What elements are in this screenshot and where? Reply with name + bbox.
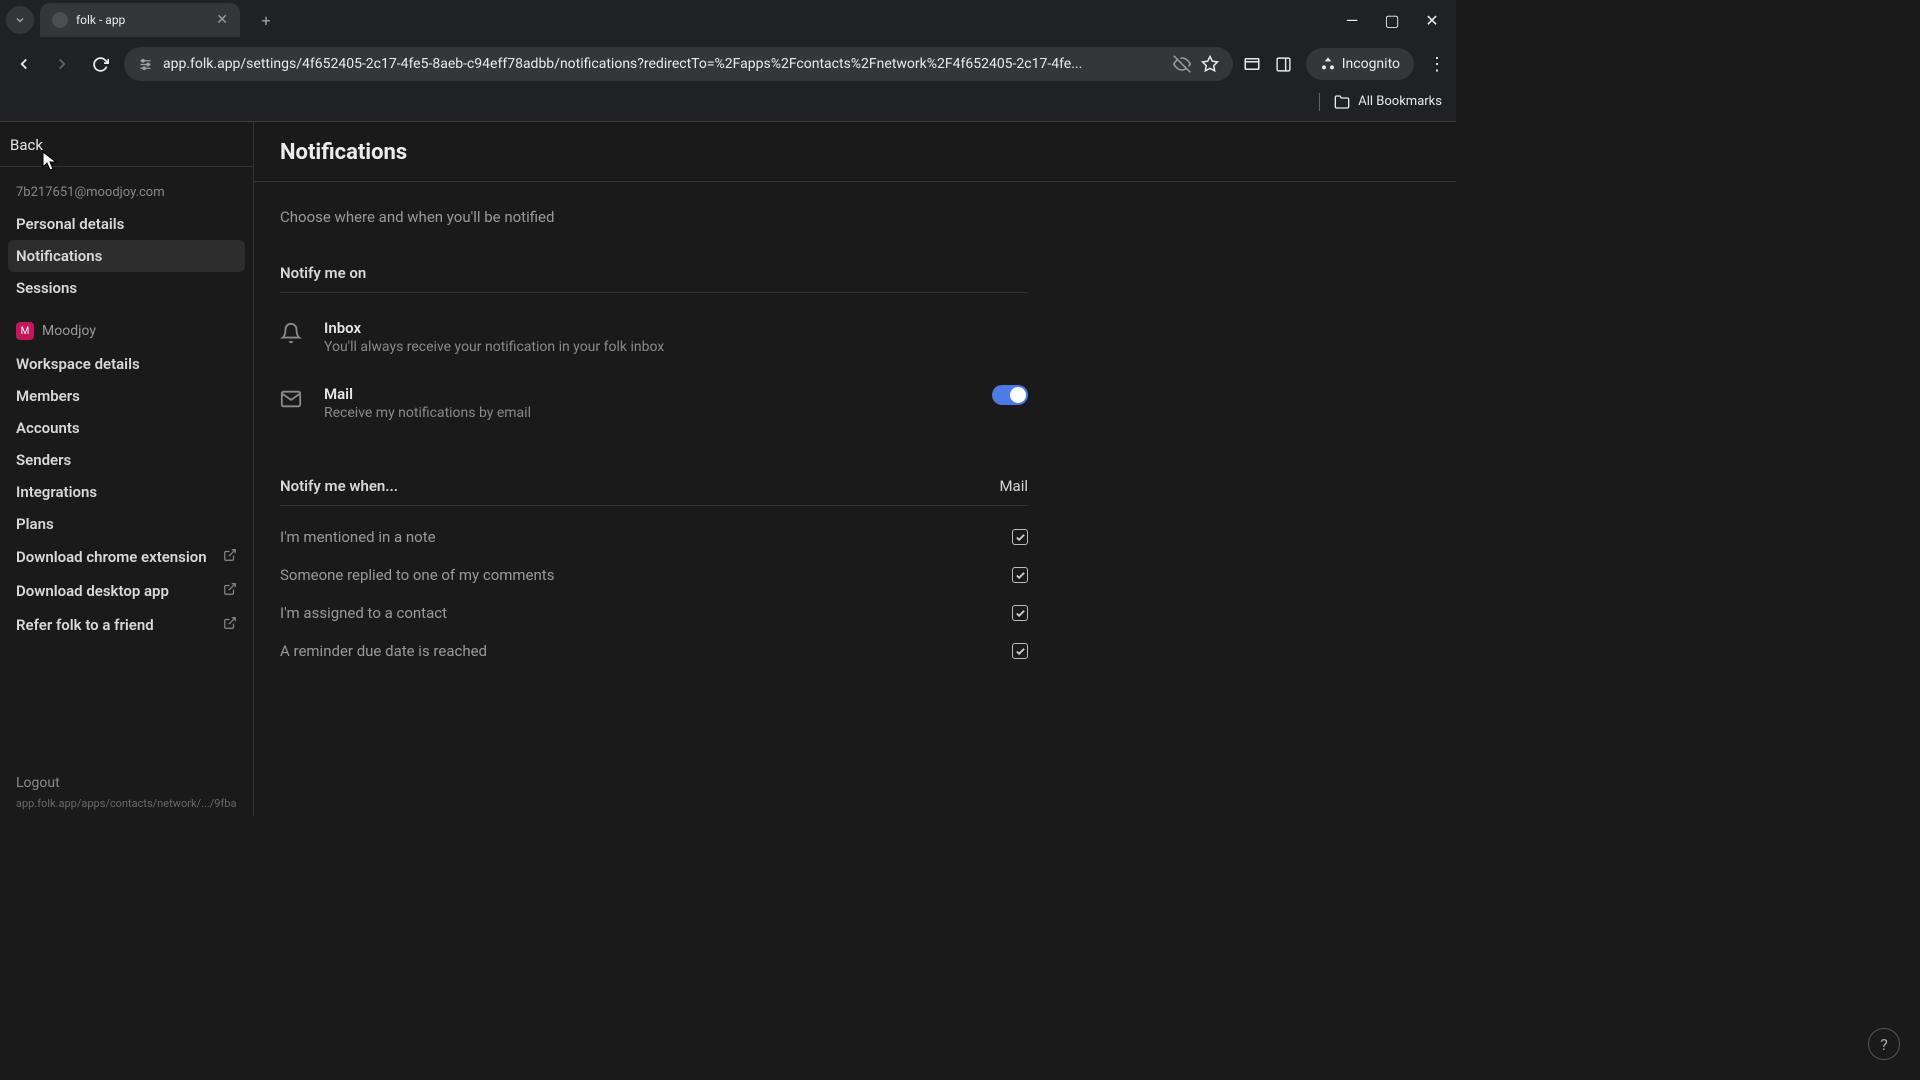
menu-icon[interactable]: ⋮ (1428, 54, 1446, 75)
media-icon[interactable] (1243, 55, 1261, 73)
star-icon[interactable] (1201, 55, 1219, 73)
sidebar-link-refer-folk-to-a-friend[interactable]: Refer folk to a friend (8, 608, 245, 642)
window-controls: — ▢ ✕ (1342, 11, 1456, 30)
reload-icon[interactable] (86, 50, 114, 78)
tab-bar: folk - app ✕ + — ▢ ✕ (0, 0, 1456, 40)
tab-favicon (52, 12, 68, 28)
when-row: I'm mentioned in a note (280, 518, 1028, 556)
address-bar: app.folk.app/settings/4f652405-2c17-4fe5… (0, 40, 1456, 86)
when-label: I'm assigned to a contact (280, 604, 447, 622)
sidebar-item-personal-details[interactable]: Personal details (8, 208, 245, 240)
bookmarks-bar: All Bookmarks (0, 86, 1456, 122)
back-nav-icon[interactable] (10, 50, 38, 78)
sidebar-link-download-desktop-app[interactable]: Download desktop app (8, 574, 245, 608)
channel-inbox: Inbox You'll always receive your notifica… (280, 311, 1028, 377)
sidebar-link-download-chrome-extension[interactable]: Download chrome extension (8, 540, 245, 574)
checkbox[interactable] (1012, 529, 1028, 545)
sidebar-item-sessions[interactable]: Sessions (8, 272, 245, 304)
side-panel-icon[interactable] (1275, 56, 1292, 73)
link-label: Refer folk to a friend (16, 616, 154, 634)
channel-desc: Receive my notifications by email (324, 405, 970, 421)
tab-title: folk - app (76, 13, 125, 27)
account-email: 7b217651@moodjoy.com (8, 181, 245, 208)
incognito-badge[interactable]: Incognito (1306, 48, 1414, 80)
browser-tab[interactable]: folk - app ✕ (40, 3, 240, 37)
page-header: Notifications (254, 122, 1456, 182)
when-row: I'm assigned to a contact (280, 594, 1028, 632)
site-settings-icon[interactable] (138, 57, 153, 72)
channel-title: Inbox (324, 319, 1028, 337)
sidebar-item-members[interactable]: Members (8, 380, 245, 412)
when-label: Someone replied to one of my comments (280, 566, 554, 584)
sidebar-item-plans[interactable]: Plans (8, 508, 245, 540)
toggle-mail[interactable] (992, 385, 1028, 405)
app-root: Back 7b217651@moodjoy.com Personal detai… (0, 122, 1456, 816)
minimize-icon[interactable]: — (1342, 11, 1362, 30)
url-box[interactable]: app.folk.app/settings/4f652405-2c17-4fe5… (124, 47, 1233, 81)
new-tab-button[interactable]: + (252, 6, 280, 34)
link-label: Download chrome extension (16, 548, 207, 566)
incognito-label: Incognito (1342, 56, 1400, 72)
workspace-badge: M (16, 322, 34, 340)
maximize-icon[interactable]: ▢ (1382, 11, 1402, 30)
mail-icon (280, 388, 302, 410)
external-link-icon (223, 616, 237, 634)
all-bookmarks-button[interactable]: All Bookmarks (1334, 94, 1442, 110)
all-bookmarks-label: All Bookmarks (1358, 94, 1442, 109)
sidebar-item-workspace-details[interactable]: Workspace details (8, 348, 245, 380)
bell-icon (280, 322, 302, 344)
status-bar-url: app.folk.app/apps/contacts/network/.../9… (16, 795, 237, 812)
channel-mail: Mail Receive my notifications by email (280, 377, 1028, 443)
close-tab-icon[interactable]: ✕ (216, 12, 228, 28)
workspace-name: Moodjoy (42, 323, 96, 339)
link-label: Download desktop app (16, 582, 169, 600)
when-column-header: Mail (999, 477, 1028, 495)
section-notify-when: Notify me when... (280, 477, 398, 495)
external-link-icon (223, 548, 237, 566)
url-text: app.folk.app/settings/4f652405-2c17-4fe5… (163, 56, 1163, 72)
page-title: Notifications (280, 140, 1430, 165)
forward-nav-icon (48, 50, 76, 78)
browser-chrome: folk - app ✕ + — ▢ ✕ app.folk.app/settin… (0, 0, 1456, 122)
external-link-icon (223, 582, 237, 600)
channel-desc: You'll always receive your notification … (324, 339, 1028, 355)
section-notify-when-header: Notify me when... Mail (280, 477, 1028, 506)
sidebar-item-integrations[interactable]: Integrations (8, 476, 245, 508)
when-label: A reminder due date is reached (280, 642, 487, 660)
sidebar: Back 7b217651@moodjoy.com Personal detai… (0, 122, 254, 816)
tab-search-dropdown[interactable] (6, 6, 34, 34)
page-subtitle: Choose where and when you'll be notified (280, 208, 1028, 226)
main-content: Notifications Choose where and when you'… (254, 122, 1456, 816)
toolbar-icons: Incognito ⋮ (1243, 48, 1446, 80)
sidebar-item-senders[interactable]: Senders (8, 444, 245, 476)
checkbox[interactable] (1012, 567, 1028, 583)
logout-link[interactable]: Logout (16, 771, 237, 795)
help-button[interactable]: ? (1868, 1028, 1900, 1060)
folder-icon (1334, 94, 1350, 110)
when-row: A reminder due date is reached (280, 632, 1028, 670)
sidebar-item-notifications[interactable]: Notifications (8, 240, 245, 272)
sidebar-item-accounts[interactable]: Accounts (8, 412, 245, 444)
incognito-icon (1320, 56, 1336, 72)
when-label: I'm mentioned in a note (280, 528, 436, 546)
workspace-header[interactable]: M Moodjoy (8, 304, 245, 348)
divider (1319, 93, 1320, 111)
section-notify-on: Notify me on (280, 264, 1028, 293)
checkbox[interactable] (1012, 643, 1028, 659)
close-window-icon[interactable]: ✕ (1422, 11, 1442, 30)
eye-off-icon[interactable] (1173, 55, 1191, 73)
checkbox[interactable] (1012, 605, 1028, 621)
channel-title: Mail (324, 385, 970, 403)
when-row: Someone replied to one of my comments (280, 556, 1028, 594)
back-link[interactable]: Back (0, 122, 253, 167)
